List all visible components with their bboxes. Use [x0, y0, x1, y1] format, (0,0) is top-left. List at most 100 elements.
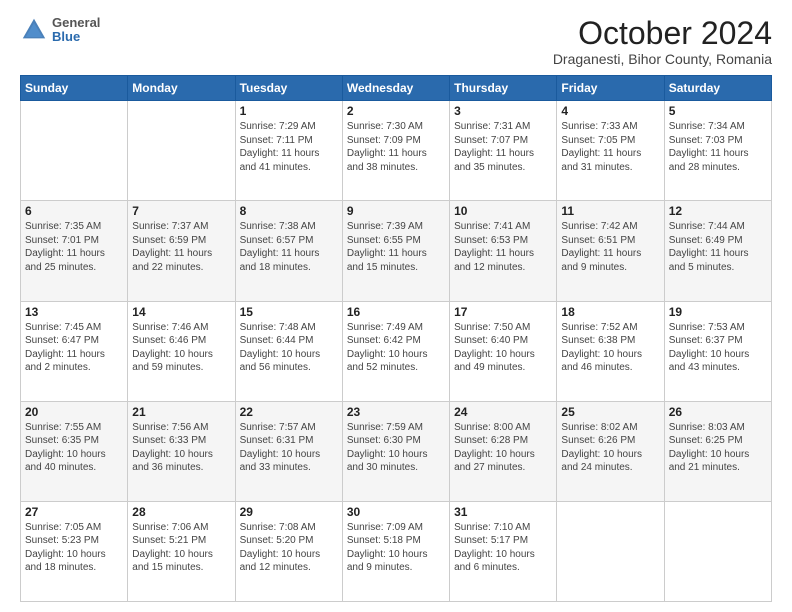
calendar-week-3: 13Sunrise: 7:45 AMSunset: 6:47 PMDayligh… [21, 301, 772, 401]
day-number: 10 [454, 204, 552, 218]
logo: General Blue [20, 16, 100, 45]
day-number: 29 [240, 505, 338, 519]
day-number: 23 [347, 405, 445, 419]
calendar-week-5: 27Sunrise: 7:05 AMSunset: 5:23 PMDayligh… [21, 501, 772, 601]
day-number: 7 [132, 204, 230, 218]
calendar-week-1: 1 Sunrise: 7:29 AMSunset: 7:11 PMDaylight… [21, 101, 772, 201]
day-info: Sunrise: 7:59 AMSunset: 6:30 PMDaylight:… [347, 421, 445, 475]
calendar-cell: 31Sunrise: 7:10 AMSunset: 5:17 PMDayligh… [450, 501, 557, 601]
day-info: Sunrise: 7:33 AMSunset: 7:05 PMDaylight:… [561, 120, 659, 174]
header-sunday: Sunday [21, 76, 128, 101]
day-info: Sunrise: 8:03 AMSunset: 6:25 PMDaylight:… [669, 421, 767, 475]
calendar-table: SundayMondayTuesdayWednesdayThursdayFrid… [20, 75, 772, 602]
calendar-cell: 13Sunrise: 7:45 AMSunset: 6:47 PMDayligh… [21, 301, 128, 401]
day-number: 25 [561, 405, 659, 419]
day-info: Sunrise: 7:09 AMSunset: 5:18 PMDaylight:… [347, 521, 445, 575]
calendar-cell: 17 Sunrise: 7:50 AMSunset: 6:40 PMDayligh… [450, 301, 557, 401]
day-number: 11 [561, 204, 659, 218]
day-info: Sunrise: 7:55 AMSunset: 6:35 PMDaylight:… [25, 421, 123, 475]
calendar-cell: 14 Sunrise: 7:46 AMSunset: 6:46 PMDayligh… [128, 301, 235, 401]
day-number: 28 [132, 505, 230, 519]
calendar-cell: 26Sunrise: 8:03 AMSunset: 6:25 PMDayligh… [664, 401, 771, 501]
day-number: 5 [669, 104, 767, 118]
calendar-cell: 28Sunrise: 7:06 AMSunset: 5:21 PMDayligh… [128, 501, 235, 601]
calendar-cell: 25 Sunrise: 8:02 AMSunset: 6:26 PMDayligh… [557, 401, 664, 501]
location: Draganesti, Bihor County, Romania [553, 51, 772, 67]
calendar-cell: 29 Sunrise: 7:08 AMSunset: 5:20 PMDayligh… [235, 501, 342, 601]
day-number: 1 [240, 104, 338, 118]
calendar-cell: 12 Sunrise: 7:44 AMSunset: 6:49 PMDayligh… [664, 201, 771, 301]
calendar-cell: 21Sunrise: 7:56 AMSunset: 6:33 PMDayligh… [128, 401, 235, 501]
calendar-cell: 3 Sunrise: 7:31 AMSunset: 7:07 PMDaylight… [450, 101, 557, 201]
day-number: 17 [454, 305, 552, 319]
calendar-header-row: SundayMondayTuesdayWednesdayThursdayFrid… [21, 76, 772, 101]
day-number: 18 [561, 305, 659, 319]
calendar-cell: 9 Sunrise: 7:39 AMSunset: 6:55 PMDaylight… [342, 201, 449, 301]
calendar-cell: 19Sunrise: 7:53 AMSunset: 6:37 PMDayligh… [664, 301, 771, 401]
day-info: Sunrise: 7:05 AMSunset: 5:23 PMDaylight:… [25, 521, 123, 575]
calendar-cell: 8 Sunrise: 7:38 AMSunset: 6:57 PMDaylight… [235, 201, 342, 301]
day-number: 13 [25, 305, 123, 319]
calendar-cell: 2 Sunrise: 7:30 AMSunset: 7:09 PMDaylight… [342, 101, 449, 201]
day-info: Sunrise: 7:57 AMSunset: 6:31 PMDaylight:… [240, 421, 338, 475]
calendar-cell: 4 Sunrise: 7:33 AMSunset: 7:05 PMDaylight… [557, 101, 664, 201]
day-info: Sunrise: 7:29 AMSunset: 7:11 PMDaylight:… [240, 120, 338, 174]
day-info: Sunrise: 7:08 AMSunset: 5:20 PMDaylight:… [240, 521, 338, 575]
header-wednesday: Wednesday [342, 76, 449, 101]
page: General Blue October 2024 Draganesti, Bi… [0, 0, 792, 612]
day-info: Sunrise: 7:49 AMSunset: 6:42 PMDaylight:… [347, 321, 445, 375]
day-info: Sunrise: 7:41 AMSunset: 6:53 PMDaylight:… [454, 220, 552, 274]
day-info: Sunrise: 7:34 AMSunset: 7:03 PMDaylight:… [669, 120, 767, 174]
day-number: 8 [240, 204, 338, 218]
calendar-cell: 23 Sunrise: 7:59 AMSunset: 6:30 PMDayligh… [342, 401, 449, 501]
day-number: 4 [561, 104, 659, 118]
day-number: 6 [25, 204, 123, 218]
day-number: 2 [347, 104, 445, 118]
day-info: Sunrise: 7:52 AMSunset: 6:38 PMDaylight:… [561, 321, 659, 375]
day-number: 22 [240, 405, 338, 419]
day-info: Sunrise: 7:42 AMSunset: 6:51 PMDaylight:… [561, 220, 659, 274]
day-info: Sunrise: 7:38 AMSunset: 6:57 PMDaylight:… [240, 220, 338, 274]
day-info: Sunrise: 7:44 AMSunset: 6:49 PMDaylight:… [669, 220, 767, 274]
day-info: Sunrise: 8:02 AMSunset: 6:26 PMDaylight:… [561, 421, 659, 475]
calendar-cell: 15Sunrise: 7:48 AMSunset: 6:44 PMDayligh… [235, 301, 342, 401]
logo-text: General Blue [52, 16, 100, 45]
day-info: Sunrise: 7:50 AMSunset: 6:40 PMDaylight:… [454, 321, 552, 375]
day-info: Sunrise: 7:37 AMSunset: 6:59 PMDaylight:… [132, 220, 230, 274]
header-friday: Friday [557, 76, 664, 101]
calendar-cell: 16 Sunrise: 7:49 AMSunset: 6:42 PMDayligh… [342, 301, 449, 401]
header: General Blue October 2024 Draganesti, Bi… [20, 16, 772, 67]
day-info: Sunrise: 7:46 AMSunset: 6:46 PMDaylight:… [132, 321, 230, 375]
month-title: October 2024 [553, 16, 772, 51]
logo-general: General [52, 16, 100, 30]
day-number: 30 [347, 505, 445, 519]
day-info: Sunrise: 7:39 AMSunset: 6:55 PMDaylight:… [347, 220, 445, 274]
calendar-cell: 7 Sunrise: 7:37 AMSunset: 6:59 PMDaylight… [128, 201, 235, 301]
day-number: 14 [132, 305, 230, 319]
calendar-cell [21, 101, 128, 201]
calendar-cell: 5 Sunrise: 7:34 AMSunset: 7:03 PMDaylight… [664, 101, 771, 201]
calendar-cell: 30 Sunrise: 7:09 AMSunset: 5:18 PMDayligh… [342, 501, 449, 601]
day-number: 16 [347, 305, 445, 319]
calendar-cell: 27Sunrise: 7:05 AMSunset: 5:23 PMDayligh… [21, 501, 128, 601]
calendar-cell: 10 Sunrise: 7:41 AMSunset: 6:53 PMDayligh… [450, 201, 557, 301]
day-info: Sunrise: 7:30 AMSunset: 7:09 PMDaylight:… [347, 120, 445, 174]
day-number: 21 [132, 405, 230, 419]
calendar-cell: 6 Sunrise: 7:35 AMSunset: 7:01 PMDaylight… [21, 201, 128, 301]
calendar-cell: 20Sunrise: 7:55 AMSunset: 6:35 PMDayligh… [21, 401, 128, 501]
day-number: 3 [454, 104, 552, 118]
calendar-cell: 22 Sunrise: 7:57 AMSunset: 6:31 PMDayligh… [235, 401, 342, 501]
calendar-cell [557, 501, 664, 601]
calendar-cell [664, 501, 771, 601]
calendar-week-2: 6 Sunrise: 7:35 AMSunset: 7:01 PMDaylight… [21, 201, 772, 301]
day-number: 9 [347, 204, 445, 218]
day-number: 19 [669, 305, 767, 319]
header-saturday: Saturday [664, 76, 771, 101]
day-info: Sunrise: 7:35 AMSunset: 7:01 PMDaylight:… [25, 220, 123, 274]
header-monday: Monday [128, 76, 235, 101]
logo-blue: Blue [52, 30, 100, 44]
day-info: Sunrise: 7:31 AMSunset: 7:07 PMDaylight:… [454, 120, 552, 174]
day-info: Sunrise: 7:48 AMSunset: 6:44 PMDaylight:… [240, 321, 338, 375]
calendar-cell [128, 101, 235, 201]
day-number: 12 [669, 204, 767, 218]
